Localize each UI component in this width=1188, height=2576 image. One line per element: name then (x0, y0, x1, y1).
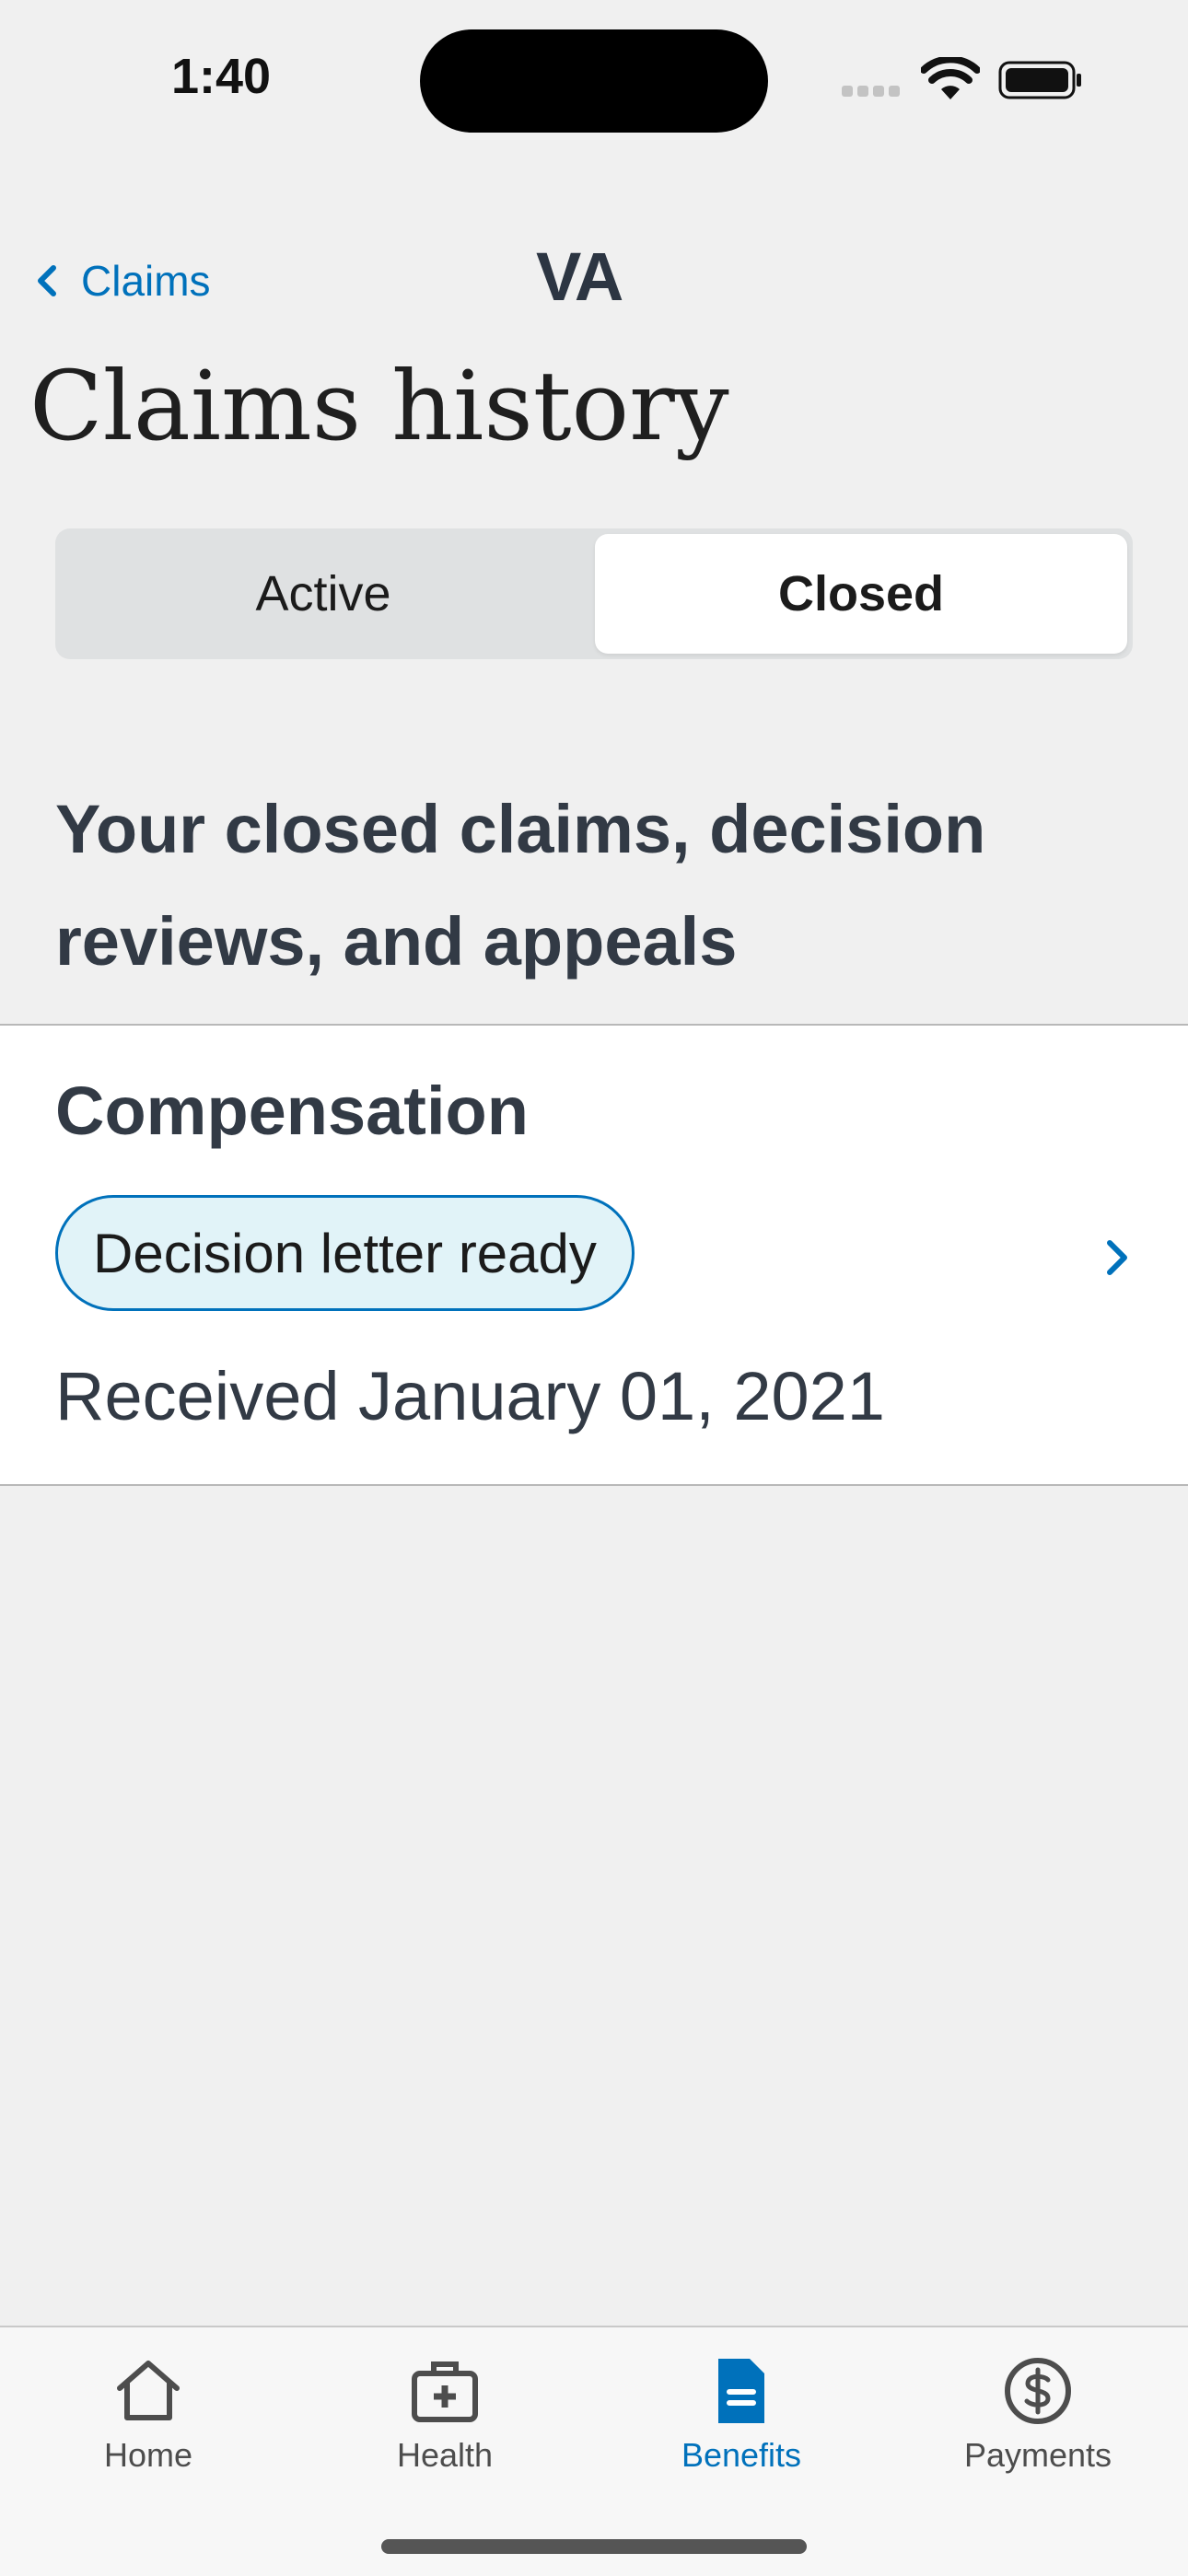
home-icon (117, 2361, 180, 2420)
tab-health[interactable]: Health (297, 2355, 593, 2475)
section-heading: Your closed claims, decision reviews, an… (55, 791, 986, 980)
chevron-left-icon (38, 265, 56, 296)
tab-benefits-label: Benefits (681, 2436, 802, 2474)
tab-home[interactable]: Home (0, 2355, 297, 2475)
claim-list-item[interactable]: Compensation Decision letter ready Recei… (0, 1024, 1188, 1486)
cellular-signal-icon (842, 83, 906, 97)
medical-bag-icon (412, 2361, 478, 2422)
back-button[interactable]: Claims (33, 249, 211, 313)
dollar-circle-icon (1005, 2358, 1071, 2424)
home-indicator[interactable] (381, 2539, 807, 2554)
dynamic-island (420, 29, 768, 133)
tab-benefits[interactable]: Benefits (593, 2355, 890, 2475)
tab-home-label: Home (103, 2436, 193, 2474)
status-badge: Decision letter ready (55, 1195, 635, 1311)
battery-icon (998, 61, 1081, 99)
tab-health-label: Health (396, 2436, 494, 2474)
segmented-control: Active Closed (55, 528, 1133, 659)
va-logo: VA (536, 238, 623, 315)
back-button-label: Claims (81, 257, 211, 305)
page-title: Claims history (29, 350, 729, 462)
wifi-icon (921, 57, 980, 99)
tab-payments-label: Payments (963, 2436, 1112, 2474)
tab-payments[interactable]: Payments (890, 2355, 1186, 2475)
claim-received-date: Received January 01, 2021 (55, 1358, 885, 1434)
status-time: 1:40 (171, 49, 272, 104)
tab-closed[interactable]: Closed (595, 534, 1127, 654)
claim-title: Compensation (55, 1073, 529, 1149)
chevron-right-icon (1107, 1240, 1127, 1275)
tab-active[interactable]: Active (61, 534, 586, 654)
document-icon (718, 2359, 764, 2423)
